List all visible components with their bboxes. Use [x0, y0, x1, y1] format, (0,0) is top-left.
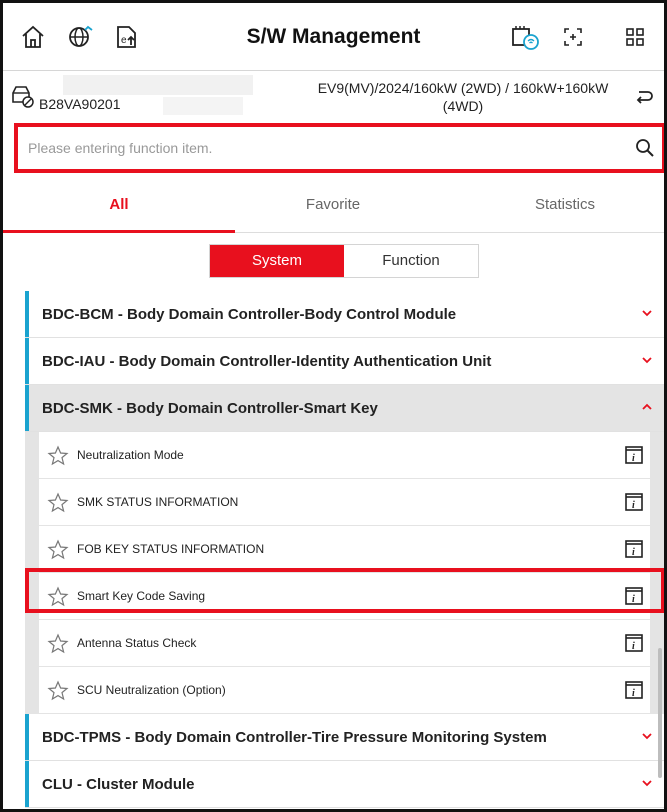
list-scrollbar[interactable] — [658, 648, 662, 778]
search-box — [14, 123, 664, 173]
vehicle-info-bar: B28VA90201 EV9(MV)/2024/160kW (2WD) / 16… — [3, 71, 664, 121]
star-icon[interactable] — [47, 445, 69, 467]
home-icon[interactable] — [17, 21, 49, 53]
list-item-label: SCU Neutralization (Option) — [77, 683, 226, 697]
chevron-down-icon — [642, 357, 652, 364]
system-function-toggle: System Function — [209, 244, 479, 278]
group-bdc-tpms[interactable]: BDC-TPMS - Body Domain Controller-Tire P… — [25, 714, 664, 761]
segment-system[interactable]: System — [210, 245, 344, 277]
tab-favorite[interactable]: Favorite — [223, 179, 443, 233]
info-icon[interactable]: i — [624, 586, 644, 606]
back-icon[interactable] — [633, 85, 655, 112]
svg-text:i: i — [632, 688, 635, 699]
star-icon[interactable] — [47, 539, 69, 561]
smk-function-list: Neutralization Mode i SMK STATUS INFORMA… — [25, 432, 664, 714]
list-item[interactable]: SMK STATUS INFORMATION i — [39, 479, 650, 526]
group-clu[interactable]: CLU - Cluster Module — [25, 761, 664, 808]
list-item-label: Antenna Status Check — [77, 636, 197, 650]
chevron-down-icon — [642, 780, 652, 787]
vehicle-export-icon[interactable]: e — [111, 21, 143, 53]
group-bdc-iau[interactable]: BDC-IAU - Body Domain Controller-Identit… — [25, 338, 664, 385]
system-list: BDC-BCM - Body Domain Controller-Body Co… — [25, 291, 664, 808]
list-item[interactable]: Antenna Status Check i — [39, 620, 650, 667]
info-icon[interactable]: i — [624, 539, 644, 559]
list-item[interactable]: FOB KEY STATUS INFORMATION i — [39, 526, 650, 573]
active-tab-indicator — [3, 230, 235, 233]
vin-redaction-tail — [163, 97, 243, 115]
list-item-label: Neutralization Mode — [77, 448, 184, 462]
search-icon[interactable] — [634, 137, 656, 159]
tab-bar: All Favorite Statistics — [3, 179, 664, 233]
list-item-smart-key-code-saving[interactable]: Smart Key Code Saving i — [39, 573, 650, 620]
list-item-label: Smart Key Code Saving — [77, 589, 206, 603]
vin-redaction — [63, 75, 253, 95]
info-icon[interactable]: i — [624, 445, 644, 465]
segment-function[interactable]: Function — [344, 245, 478, 277]
tab-all[interactable]: All — [9, 179, 229, 233]
group-bdc-smk[interactable]: BDC-SMK - Body Domain Controller-Smart K… — [25, 385, 664, 432]
vehicle-vin: B28VA90201 — [39, 96, 121, 112]
svg-text:e: e — [121, 35, 127, 46]
chevron-up-icon — [642, 403, 652, 410]
star-icon[interactable] — [47, 586, 69, 608]
star-icon[interactable] — [47, 680, 69, 702]
grid-menu-icon[interactable] — [619, 21, 651, 53]
list-item[interactable]: Neutralization Mode i — [39, 432, 650, 479]
chevron-down-icon — [642, 733, 652, 740]
list-item-label: FOB KEY STATUS INFORMATION — [77, 542, 265, 556]
svg-text:i: i — [632, 594, 635, 605]
chevron-down-icon — [642, 310, 652, 317]
group-bdc-bcm[interactable]: BDC-BCM - Body Domain Controller-Body Co… — [25, 291, 664, 338]
search-input[interactable] — [20, 129, 620, 167]
tab-statistics[interactable]: Statistics — [455, 179, 664, 233]
vci-wireless-icon[interactable] — [509, 21, 541, 53]
info-icon[interactable]: i — [624, 633, 644, 653]
group-label: BDC-TPMS - Body Domain Controller-Tire P… — [42, 729, 547, 746]
vehicle-model: EV9(MV)/2024/160kW (2WD) / 160kW+160kW (… — [317, 80, 609, 114]
group-label: BDC-BCM - Body Domain Controller-Body Co… — [42, 306, 457, 323]
star-icon[interactable] — [47, 492, 69, 514]
svg-text:i: i — [632, 500, 635, 511]
info-icon[interactable]: i — [624, 680, 644, 700]
group-label: BDC-IAU - Body Domain Controller-Identit… — [42, 353, 492, 370]
screen-capture-icon[interactable] — [557, 21, 589, 53]
group-label: CLU - Cluster Module — [42, 776, 195, 793]
app-frame: S/W Management e B28VA90201 EV9(MV)/2024… — [0, 0, 667, 812]
list-item-label: SMK STATUS INFORMATION — [77, 495, 239, 509]
info-icon[interactable]: i — [624, 492, 644, 512]
vehicle-status-icon — [9, 83, 35, 114]
svg-text:i: i — [632, 547, 635, 558]
star-icon[interactable] — [47, 633, 69, 655]
list-item[interactable]: SCU Neutralization (Option) i — [39, 667, 650, 714]
app-header: S/W Management e — [3, 3, 664, 71]
svg-text:i: i — [632, 453, 635, 464]
group-label: BDC-SMK - Body Domain Controller-Smart K… — [42, 400, 378, 417]
svg-text:i: i — [632, 641, 635, 652]
globe-network-icon[interactable] — [65, 21, 97, 53]
